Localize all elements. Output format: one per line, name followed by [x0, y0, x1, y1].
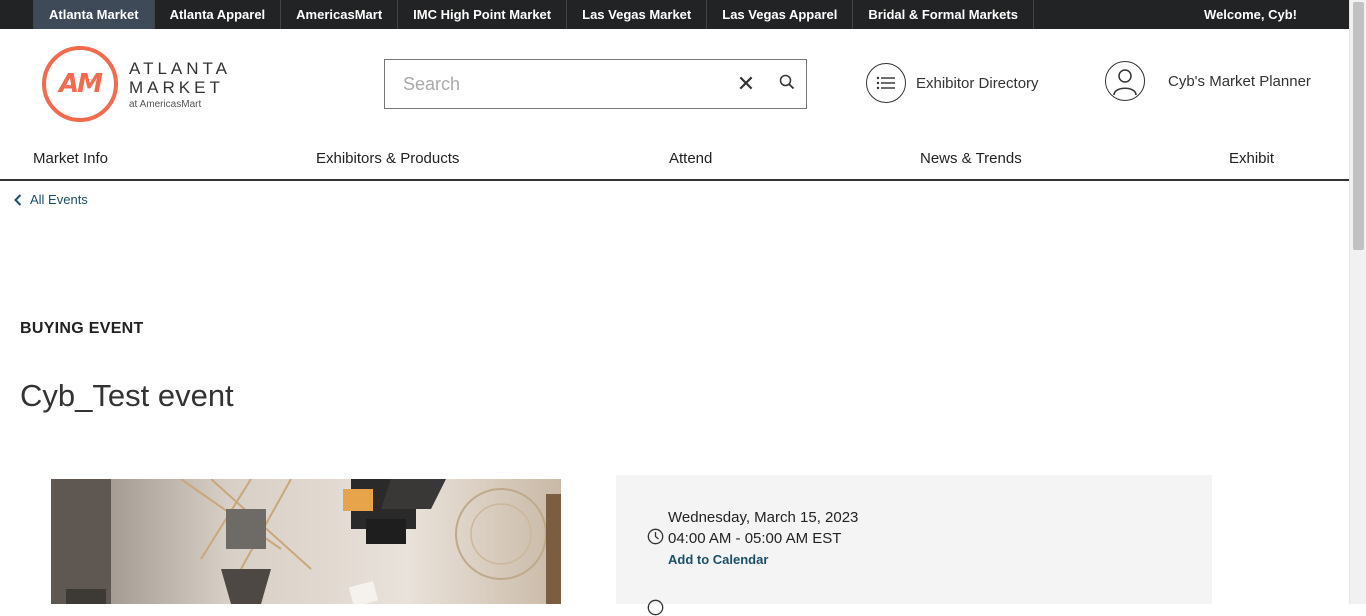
page-scrollbar[interactable]	[1349, 0, 1366, 604]
tab-las-vegas-market[interactable]: Las Vegas Market	[567, 0, 708, 29]
search-icon[interactable]	[768, 74, 806, 95]
scrollbar-thumb[interactable]	[1353, 2, 1364, 250]
tab-las-vegas-apparel[interactable]: Las Vegas Apparel	[707, 0, 854, 29]
market-planner-link[interactable]: Cyb's Market Planner	[1105, 61, 1311, 101]
add-to-calendar-link[interactable]: Add to Calendar	[668, 552, 768, 567]
event-details-panel: Wednesday, March 15, 2023 04:00 AM - 05:…	[616, 475, 1212, 616]
welcome-message: Welcome, Cyb!	[1204, 7, 1297, 22]
market-switcher-bar: Atlanta Market Atlanta Apparel AmericasM…	[0, 0, 1349, 29]
event-time: 04:00 AM - 05:00 AM EST	[668, 530, 842, 547]
location-icon	[647, 599, 664, 616]
tab-imc-high-point-market[interactable]: IMC High Point Market	[398, 0, 568, 29]
tab-atlanta-market[interactable]: Atlanta Market	[33, 0, 155, 29]
clock-icon	[647, 528, 664, 545]
search-input[interactable]	[385, 61, 724, 107]
logo-circle-mark: AM	[42, 46, 118, 122]
logo-word-atlanta: ATLANTA	[129, 58, 231, 78]
main-navigation: Market Info Exhibitors & Products Attend…	[0, 146, 1349, 181]
event-type-label: BUYING EVENT	[20, 320, 144, 337]
clear-search-icon[interactable]: ✕	[724, 71, 768, 97]
nav-attend[interactable]: Attend	[669, 150, 712, 167]
user-avatar-icon	[1105, 61, 1145, 101]
logo-monogram: AM	[59, 69, 103, 99]
tab-bridal-formal-markets[interactable]: Bridal & Formal Markets	[853, 0, 1034, 29]
event-title: Cyb_Test event	[20, 378, 234, 413]
chevron-left-icon	[14, 193, 22, 206]
nav-market-info[interactable]: Market Info	[33, 150, 108, 167]
event-photo	[51, 479, 561, 604]
event-date: Wednesday, March 15, 2023	[668, 509, 859, 526]
market-planner-label: Cyb's Market Planner	[1168, 72, 1311, 90]
list-icon	[866, 63, 906, 103]
exhibitor-directory-label: Exhibitor Directory	[916, 74, 1039, 92]
all-events-label: All Events	[30, 192, 88, 207]
logo-tagline: at AmericasMart	[129, 98, 202, 110]
exhibitor-directory-link[interactable]: Exhibitor Directory	[866, 63, 1039, 103]
nav-exhibit[interactable]: Exhibit	[1229, 150, 1274, 167]
logo-word-market: MARKET	[129, 77, 224, 97]
nav-news-trends[interactable]: News & Trends	[920, 150, 1022, 167]
all-events-link[interactable]: All Events	[14, 192, 88, 207]
atlanta-market-logo[interactable]: AM ATLANTA MARKET at AmericasMart	[42, 46, 231, 122]
tab-atlanta-apparel[interactable]: Atlanta Apparel	[155, 0, 282, 29]
tab-americasmart[interactable]: AmericasMart	[281, 0, 399, 29]
nav-exhibitors-products[interactable]: Exhibitors & Products	[316, 150, 459, 167]
search-box: ✕	[384, 59, 807, 109]
